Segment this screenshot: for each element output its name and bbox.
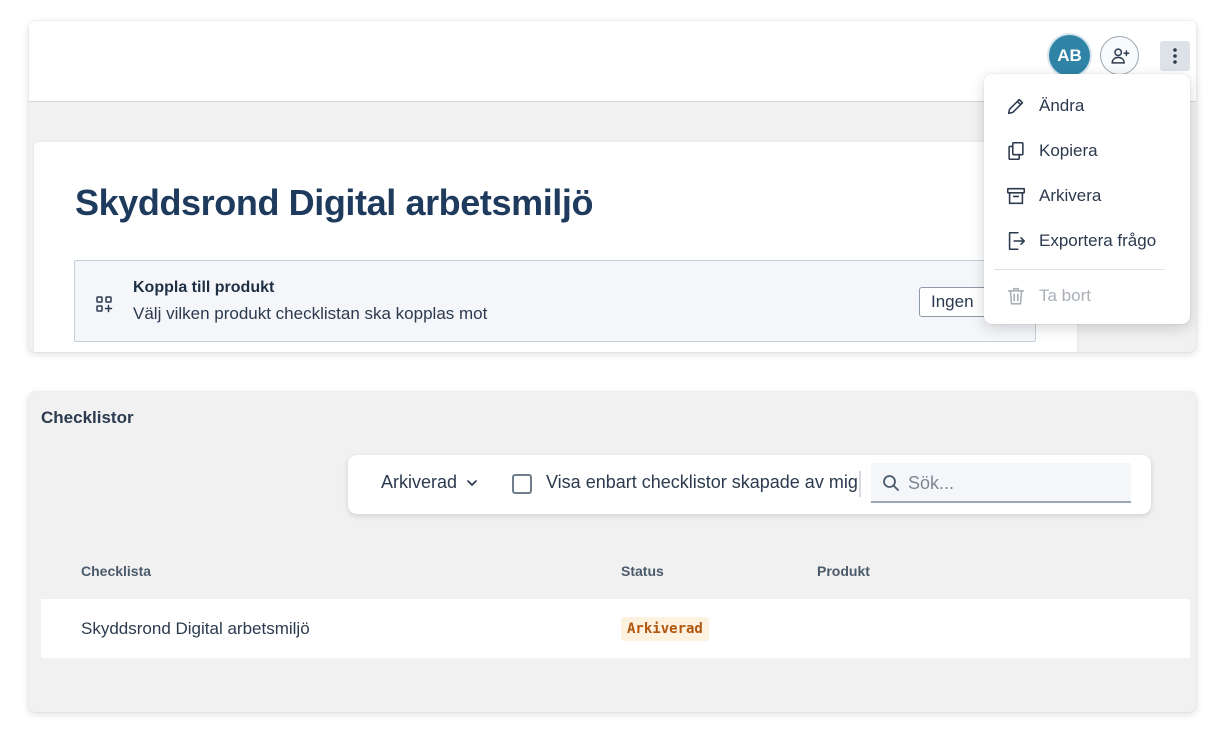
options-menu: Ändra Kopiera Arkivera Exportera frågo T… [984, 74, 1190, 324]
status-badge: Arkiverad [621, 617, 709, 641]
kebab-icon [1173, 48, 1177, 64]
product-link-title: Koppla till produkt [133, 279, 275, 296]
add-user-icon [1110, 47, 1129, 64]
filter-bar: Arkiverad Visa enbart checklistor skapad… [348, 455, 1151, 514]
checklist-card: Skyddsrond Digital arbetsmiljö Koppla ti… [34, 142, 1077, 352]
product-link-subtitle: Välj vilken produkt checklistan ska kopp… [133, 304, 488, 323]
menu-item-label: Exportera frågo [1039, 231, 1157, 250]
menu-item-export[interactable]: Exportera frågo [984, 221, 1190, 261]
checklist-name-cell[interactable]: Skyddsrond Digital arbetsmiljö [81, 619, 310, 639]
avatar[interactable]: AB [1049, 35, 1090, 76]
menu-divider [994, 269, 1165, 270]
only-mine-label[interactable]: Visa enbart checklistor skapade av mig [546, 472, 858, 493]
column-header-checklist[interactable]: Checklista [81, 563, 151, 579]
table-row[interactable]: Skyddsrond Digital arbetsmiljö Arkiverad [41, 599, 1190, 658]
menu-item-copy[interactable]: Kopiera [984, 131, 1190, 171]
page-title: Skyddsrond Digital arbetsmiljö [75, 182, 594, 223]
checklists-panel: Checklistor Arkiverad Visa enbart checkl… [29, 392, 1196, 712]
column-header-status[interactable]: Status [621, 563, 664, 579]
menu-item-delete[interactable]: Ta bort [984, 276, 1190, 316]
search-box [871, 463, 1131, 503]
add-user-button[interactable] [1100, 36, 1139, 75]
add-product-icon [96, 296, 113, 313]
menu-item-edit[interactable]: Ändra [984, 86, 1190, 126]
search-icon [883, 475, 899, 491]
export-icon [1008, 231, 1026, 251]
trash-icon [1007, 287, 1025, 305]
more-options-button[interactable] [1160, 41, 1190, 71]
status-filter-dropdown[interactable]: Arkiverad [381, 472, 479, 493]
menu-item-label: Kopiera [1039, 141, 1098, 160]
section-title: Checklistor [41, 408, 134, 427]
menu-item-label: Ta bort [1039, 286, 1091, 305]
product-link-box: Koppla till produkt Välj vilken produkt … [74, 260, 1036, 342]
menu-item-archive[interactable]: Arkivera [984, 176, 1190, 216]
pencil-icon [1007, 98, 1024, 115]
only-mine-checkbox[interactable] [512, 474, 532, 494]
status-filter-value: Arkiverad [381, 472, 458, 492]
menu-item-label: Ändra [1039, 96, 1085, 115]
search-input[interactable] [908, 469, 1118, 497]
chevron-down-icon [467, 479, 477, 486]
archive-icon [1006, 187, 1026, 205]
menu-item-label: Arkivera [1039, 186, 1102, 205]
filter-divider [859, 471, 861, 497]
copy-icon [1008, 141, 1024, 161]
column-header-product[interactable]: Produkt [817, 563, 870, 579]
